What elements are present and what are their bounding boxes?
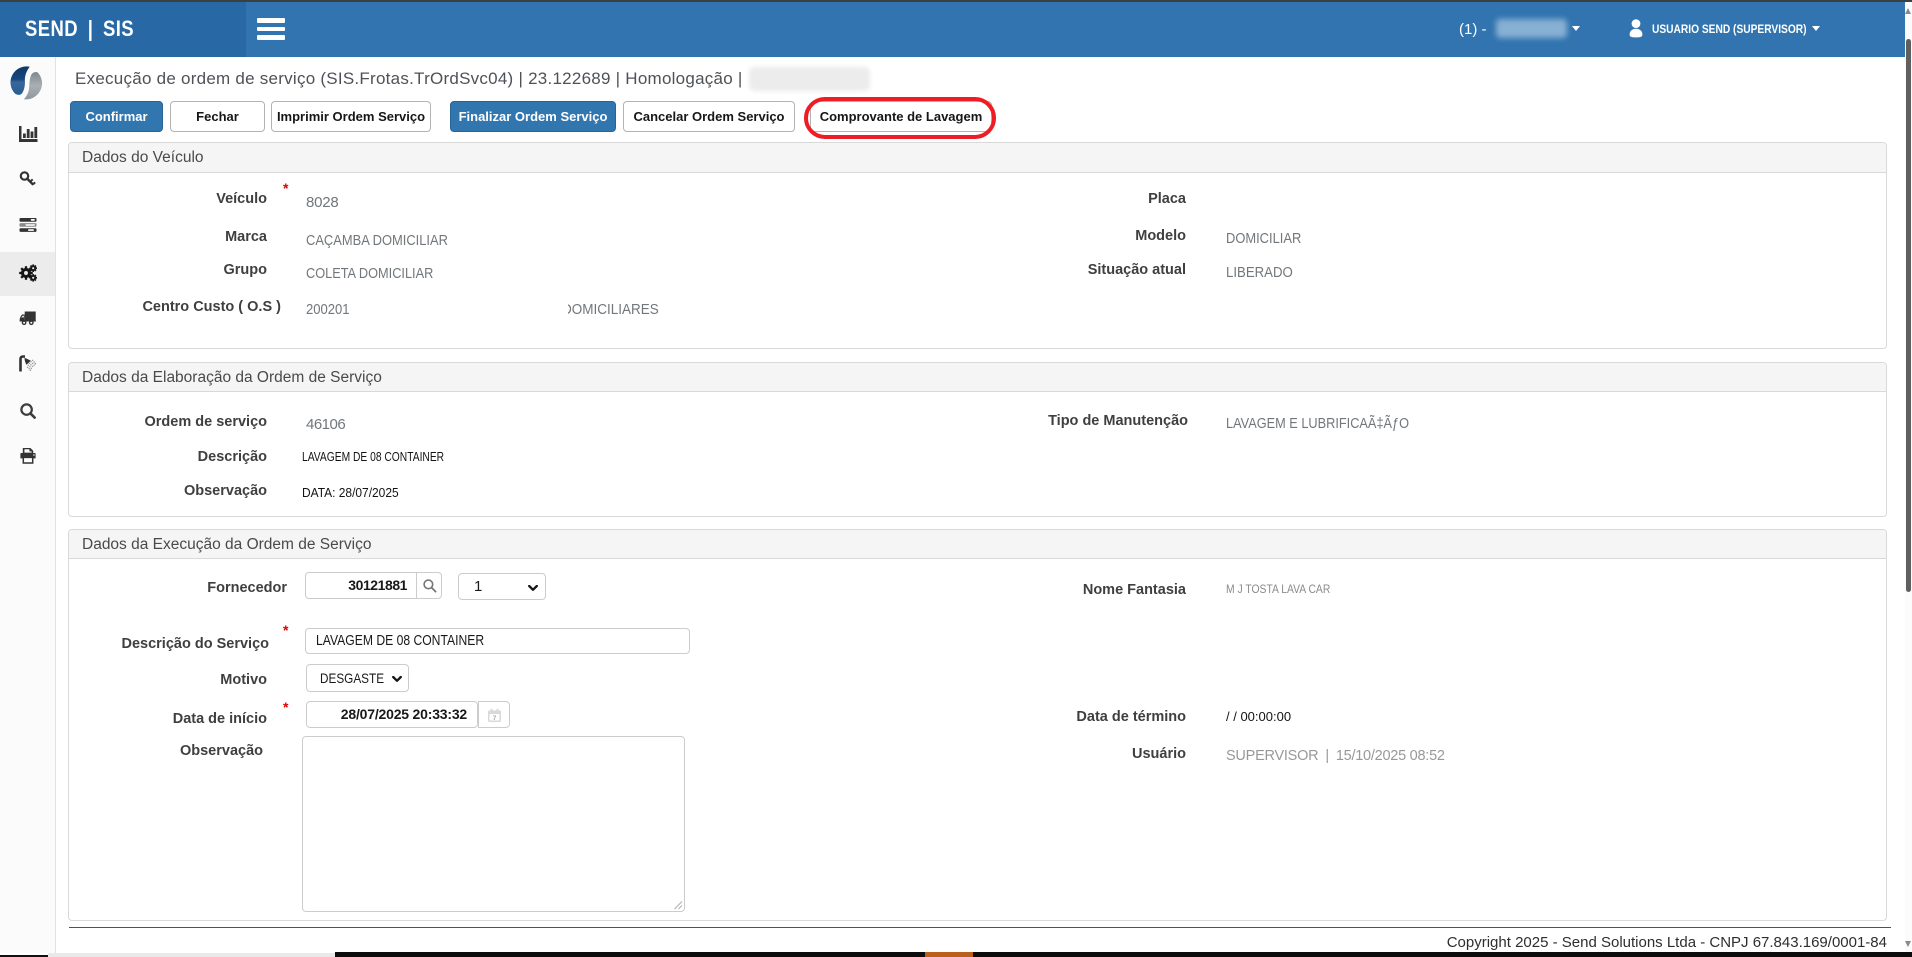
svg-text:7: 7 (493, 715, 497, 722)
